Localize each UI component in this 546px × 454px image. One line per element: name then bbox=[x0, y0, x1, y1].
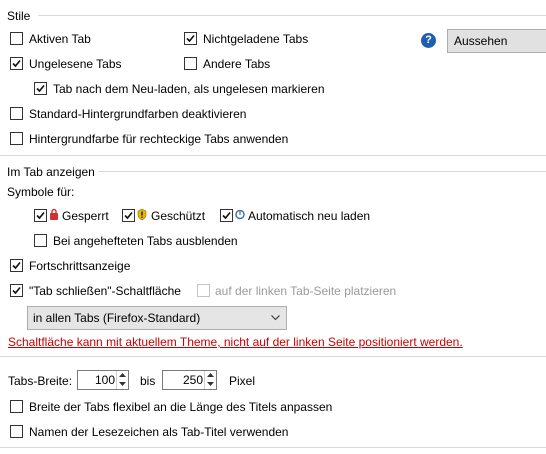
divider bbox=[0, 356, 546, 357]
checkmark-icon bbox=[36, 84, 45, 93]
protected-checkbox[interactable] bbox=[122, 209, 135, 222]
close-button-mode-value: in allen Tabs (Firefox-Standard) bbox=[33, 311, 201, 325]
checkmark-icon bbox=[12, 59, 21, 68]
active-tab-checkbox[interactable] bbox=[10, 32, 23, 45]
disable-default-bg-label: Standard-Hintergrundfarben deaktivieren bbox=[29, 107, 247, 121]
checkmark-icon bbox=[12, 286, 21, 295]
auto-reload-label: Automatisch neu laden bbox=[248, 209, 371, 223]
section-title-stile: Stile bbox=[7, 9, 31, 23]
unloaded-tabs-checkbox[interactable] bbox=[184, 32, 197, 45]
unread-tabs-label: Ungelesene Tabs bbox=[29, 57, 122, 71]
checkmark-icon bbox=[222, 211, 231, 220]
divider bbox=[38, 15, 546, 16]
max-width-value: 250 bbox=[182, 373, 203, 387]
icons-for-label: Symbole für: bbox=[7, 185, 75, 199]
protected-label: Geschützt bbox=[151, 209, 206, 223]
hide-on-pinned-label: Bei angehefteten Tabs ausblenden bbox=[53, 234, 238, 248]
locked-label: Gesperrt bbox=[62, 209, 109, 223]
bg-rect-tabs-checkbox[interactable] bbox=[10, 132, 23, 145]
locked-checkbox[interactable] bbox=[34, 209, 47, 222]
divider bbox=[0, 155, 546, 156]
chevron-down-icon bbox=[271, 315, 280, 321]
other-tabs-checkbox[interactable] bbox=[184, 57, 197, 70]
checkmark-icon bbox=[12, 261, 21, 270]
pixel-unit-label: Pixel bbox=[229, 374, 256, 388]
flex-width-checkbox[interactable] bbox=[10, 400, 23, 413]
flex-width-label: Breite der Tabs flexibel an die Länge de… bbox=[29, 400, 333, 414]
auto-reload-checkbox[interactable] bbox=[220, 209, 233, 222]
mark-unread-checkbox[interactable] bbox=[34, 82, 47, 95]
checkmark-icon bbox=[36, 211, 45, 220]
section-title-tab-display: Im Tab anzeigen bbox=[7, 165, 95, 179]
arrow-down-icon bbox=[207, 382, 214, 386]
left-side-label: auf der linken Tab-Seite platzieren bbox=[215, 284, 397, 298]
close-button-label: "Tab schließen"-Schaltfläche bbox=[29, 284, 181, 298]
disable-default-bg-checkbox[interactable] bbox=[10, 107, 23, 120]
spinner-arrows[interactable] bbox=[204, 371, 216, 389]
min-width-spinner[interactable]: 100 bbox=[77, 370, 129, 390]
divider bbox=[98, 171, 546, 172]
bookmark-titles-checkbox[interactable] bbox=[10, 425, 23, 438]
progress-checkbox[interactable] bbox=[10, 259, 23, 272]
customize-appearance-button[interactable]: Aussehen anpassen bbox=[447, 29, 546, 53]
other-tabs-label: Andere Tabs bbox=[203, 57, 271, 71]
theme-warning-text: Schaltfläche kann mit aktuellem Theme, n… bbox=[8, 335, 463, 349]
checkmark-icon bbox=[124, 211, 133, 220]
unread-tabs-checkbox[interactable] bbox=[10, 57, 23, 70]
help-icon[interactable]: ? bbox=[421, 33, 436, 48]
progress-label: Fortschrittsanzeige bbox=[29, 259, 131, 273]
active-tab-label: Aktiven Tab bbox=[29, 32, 91, 46]
protected-icon bbox=[137, 208, 147, 221]
tab-width-label: Tabs-Breite: bbox=[8, 374, 73, 388]
left-side-checkbox[interactable] bbox=[197, 284, 210, 297]
between-label: bis bbox=[140, 374, 156, 388]
reload-icon bbox=[235, 209, 245, 220]
bg-rect-tabs-label: Hintergrundfarbe für rechteckige Tabs an… bbox=[29, 132, 289, 146]
spinner-arrows[interactable] bbox=[116, 371, 128, 389]
divider bbox=[0, 447, 546, 448]
min-width-value: 100 bbox=[94, 373, 115, 387]
checkmark-icon bbox=[186, 34, 195, 43]
arrow-up-icon bbox=[207, 373, 214, 377]
arrow-up-icon bbox=[119, 373, 126, 377]
lock-icon bbox=[50, 208, 58, 220]
bookmark-titles-label: Namen der Lesezeichen als Tab-Titel verw… bbox=[29, 425, 289, 439]
hide-on-pinned-checkbox[interactable] bbox=[34, 234, 47, 247]
close-button-checkbox[interactable] bbox=[10, 284, 23, 297]
unloaded-tabs-label: Nichtgeladene Tabs bbox=[203, 32, 309, 46]
close-button-mode-select[interactable]: in allen Tabs (Firefox-Standard) bbox=[27, 306, 287, 330]
arrow-down-icon bbox=[119, 382, 126, 386]
mark-unread-label: Tab nach dem Neu-laden, als ungelesen ma… bbox=[53, 82, 325, 96]
max-width-spinner[interactable]: 250 bbox=[162, 370, 217, 390]
